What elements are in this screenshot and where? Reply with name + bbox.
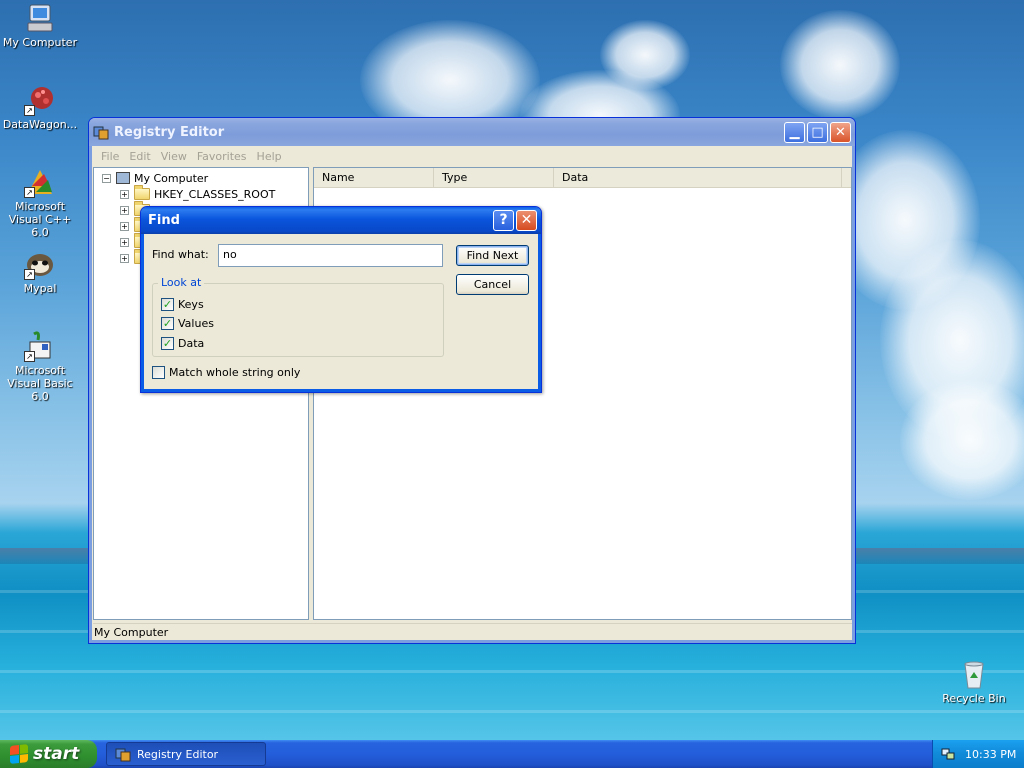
desktop-icon-label: Recycle Bin [942,692,1006,705]
menu-favorites[interactable]: Favorites [192,150,252,163]
match-whole-string-checkbox[interactable]: Match whole string only [152,365,300,379]
column-header-name[interactable]: Name [314,168,434,187]
datawagon-icon: ↗ [24,84,56,116]
shortcut-arrow-icon: ↗ [24,269,35,280]
taskbar-item-label: Registry Editor [137,747,219,761]
taskbar: start Registry Editor 10:33 PM [0,740,1024,768]
desktop-icon-label: Mypal [23,282,57,295]
checkbox-label: Match whole string only [169,365,301,379]
checkmark-icon: ✓ [161,316,174,330]
desktop-icon-mypal[interactable]: ↗ Mypal [0,248,80,295]
column-headers: Name Type Data [314,168,851,188]
wave [0,670,1024,673]
taskbar-item-registry-editor[interactable]: Registry Editor [106,742,266,766]
find-what-input[interactable]: no [218,244,443,267]
checkbox-label: Values [178,316,214,330]
find-dialog[interactable]: Find ? ✕ Find what: no Find Next Cancel … [140,206,542,393]
computer-icon [116,172,130,184]
menu-bar: File Edit View Favorites Help [92,146,852,166]
keys-checkbox[interactable]: ✓ Keys [161,297,204,311]
menu-view[interactable]: View [156,150,192,163]
visual-cpp-icon: ↗ [24,166,56,198]
desktop-icon-label: DataWagon... [2,118,78,131]
desktop-icon-recycle-bin[interactable]: Recycle Bin [934,658,1014,705]
desktop-icon-label: Microsoft Visual C++ 6.0 [8,200,72,239]
status-bar: My Computer [93,623,852,641]
dialog-close-button[interactable]: ✕ [516,210,537,231]
minimize-button[interactable]: ▁ [784,122,805,143]
look-at-title: Look at [158,276,205,289]
dialog-title-bar[interactable]: Find ? ✕ [141,207,541,234]
tree-node-hkcr[interactable]: + HKEY_CLASSES_ROOT [120,185,276,202]
desktop-icon-label: My Computer [2,36,78,49]
checkbox-label: Data [178,336,205,350]
find-what-label: Find what: [152,248,209,261]
network-icon[interactable] [941,747,955,761]
desktop-icon-visual-cpp[interactable]: ↗ Microsoft Visual C++ 6.0 [0,166,80,239]
start-label: start [33,744,80,764]
desktop-icon-label: Microsoft Visual Basic 6.0 [7,364,73,403]
visual-basic-icon: ↗ [24,330,56,362]
checkbox-box [152,365,165,379]
registry-icon [93,126,109,140]
close-icon: ✕ [835,125,846,140]
registry-icon [115,748,131,762]
cloud [900,380,1024,500]
expand-icon[interactable]: + [120,205,129,215]
help-icon: ? [499,212,508,228]
checkbox-label: Keys [178,297,204,311]
tree-node-label: My Computer [134,171,209,185]
wave [0,710,1024,713]
close-button[interactable]: ✕ [830,122,851,143]
shortcut-arrow-icon: ↗ [24,105,35,116]
maximize-button[interactable]: □ [807,122,828,143]
start-button[interactable]: start [0,740,97,768]
window-title: Registry Editor [114,124,225,140]
recycle-bin-icon [958,658,990,690]
expand-icon[interactable]: + [120,253,129,263]
values-checkbox[interactable]: ✓ Values [161,316,214,330]
desktop-icon-datawagon[interactable]: ↗ DataWagon... [0,84,80,131]
cloud [600,20,690,90]
computer-icon [24,2,56,34]
tree-node-my-computer[interactable]: − My Computer [102,170,208,186]
desktop-icon-my-computer[interactable]: My Computer [0,2,80,49]
menu-help[interactable]: Help [252,150,287,163]
column-header-type[interactable]: Type [434,168,554,187]
collapse-icon[interactable]: − [102,173,111,183]
shortcut-arrow-icon: ↗ [24,187,35,198]
clock[interactable]: 10:33 PM [965,748,1016,761]
mypal-icon: ↗ [24,248,56,280]
checkmark-icon: ✓ [161,336,174,350]
menu-file[interactable]: File [96,150,124,163]
windows-logo-icon [10,744,28,764]
data-checkbox[interactable]: ✓ Data [161,336,204,350]
maximize-icon: □ [811,125,824,140]
close-icon: ✕ [520,212,533,228]
expand-icon[interactable]: + [120,237,129,247]
dialog-title: Find [148,213,180,228]
minimize-icon: ▁ [789,125,800,140]
checkmark-icon: ✓ [161,297,174,311]
menu-edit[interactable]: Edit [124,150,155,163]
cloud [780,10,900,120]
tree-node-label: HKEY_CLASSES_ROOT [154,187,276,201]
folder-icon [134,185,150,200]
desktop-icon-visual-basic[interactable]: ↗ Microsoft Visual Basic 6.0 [0,330,80,403]
cancel-button[interactable]: Cancel [456,274,529,295]
title-bar[interactable]: Registry Editor ▁ □ ✕ [89,118,855,146]
shortcut-arrow-icon: ↗ [24,351,35,362]
help-button[interactable]: ? [493,210,514,231]
expand-icon[interactable]: + [120,221,129,231]
system-tray: 10:33 PM [932,740,1024,768]
expand-icon[interactable]: + [120,189,129,199]
find-next-button[interactable]: Find Next [456,245,529,266]
column-header-data[interactable]: Data [554,168,842,187]
